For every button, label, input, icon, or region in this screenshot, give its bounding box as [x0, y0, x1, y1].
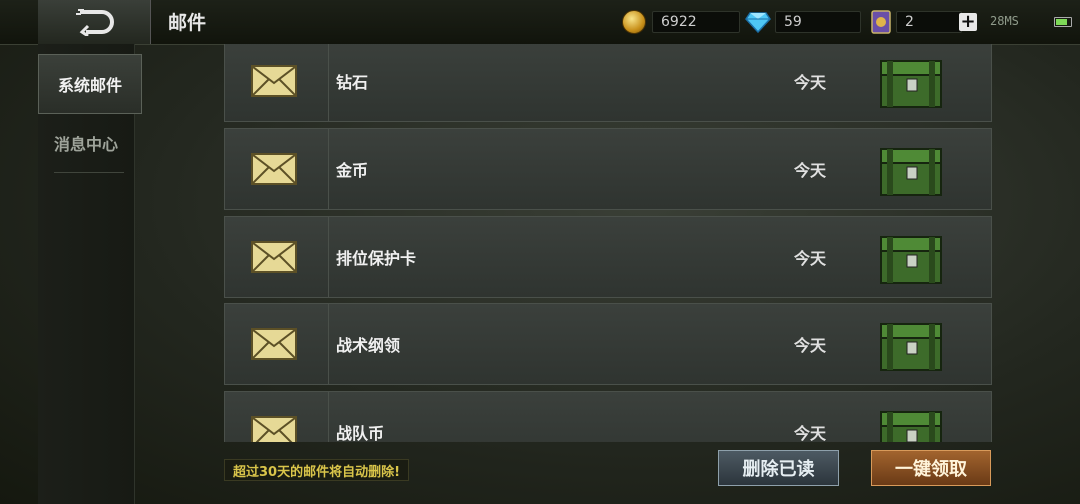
card-icon — [871, 10, 891, 34]
sidebar-divider — [54, 172, 124, 173]
mail-item[interactable]: 钻石 今天 — [224, 44, 992, 122]
envelope-icon — [251, 65, 297, 97]
envelope-icon — [251, 328, 297, 360]
auto-delete-notice: 超过30天的邮件将自动删除! — [224, 459, 410, 481]
mail-subject: 金币 — [336, 161, 369, 180]
mail-item[interactable]: 金币 今天 — [224, 128, 992, 210]
diamond-counter: 59 — [745, 10, 861, 34]
envelope-icon — [251, 153, 297, 185]
ping-indicator: 28MS — [990, 14, 1019, 28]
add-resource-button[interactable]: + — [959, 13, 977, 31]
sidebar-item-label: 系统邮件 — [57, 76, 122, 95]
envelope-icon — [251, 241, 297, 273]
mail-item[interactable]: 排位保护卡 今天 — [224, 216, 992, 298]
mail-subject: 排位保护卡 — [336, 249, 417, 268]
diamond-icon — [745, 12, 771, 33]
reward-chest-icon — [880, 60, 942, 108]
reward-chest-icon — [880, 323, 942, 371]
sidebar-item-label: 消息中心 — [53, 135, 118, 154]
mail-list[interactable]: 钻石 今天 金币 今天 排位保护卡 今天 战术纲领 今天 战队币 今天 — [223, 44, 993, 442]
mail-divider — [328, 44, 329, 121]
back-button[interactable] — [38, 0, 151, 44]
mail-date: 今天 — [794, 73, 827, 92]
mail-date: 今天 — [794, 424, 827, 442]
gold-coin-icon — [622, 10, 646, 34]
back-arrow-icon — [76, 9, 114, 36]
gold-counter: 6922 — [622, 10, 740, 34]
battery-icon — [1054, 17, 1072, 27]
mail-subject: 战术纲领 — [336, 336, 401, 355]
top-bar: 邮件 6922 59 2 + 28MS — [0, 0, 1080, 45]
reward-chest-icon — [880, 236, 942, 284]
mail-date: 今天 — [794, 161, 827, 180]
sidebar-item-system-mail[interactable]: 系统邮件 — [38, 54, 142, 114]
mail-divider — [328, 217, 329, 297]
gold-value: 6922 — [652, 11, 740, 33]
mail-subject: 战队币 — [336, 424, 385, 442]
sidebar-item-message-center[interactable]: 消息中心 — [38, 114, 134, 172]
mail-divider — [328, 129, 329, 209]
diamond-value: 59 — [775, 11, 861, 33]
envelope-icon — [251, 416, 297, 442]
mail-date: 今天 — [794, 336, 827, 355]
mail-item[interactable]: 战术纲领 今天 — [224, 303, 992, 385]
delete-read-button[interactable]: 删除已读 — [718, 450, 839, 486]
card-counter: 2 — [870, 10, 962, 34]
mail-divider — [328, 304, 329, 384]
mail-item[interactable]: 战队币 今天 — [224, 391, 992, 442]
mail-divider — [328, 392, 329, 442]
reward-chest-icon — [880, 411, 942, 442]
claim-all-button[interactable]: 一键领取 — [871, 450, 991, 486]
reward-chest-icon — [880, 148, 942, 196]
sidebar: 系统邮件 消息中心 — [38, 44, 142, 504]
card-value: 2 — [896, 11, 962, 33]
mail-subject: 钻石 — [336, 73, 369, 92]
mail-date: 今天 — [794, 249, 827, 268]
page-title: 邮件 — [168, 12, 207, 34]
